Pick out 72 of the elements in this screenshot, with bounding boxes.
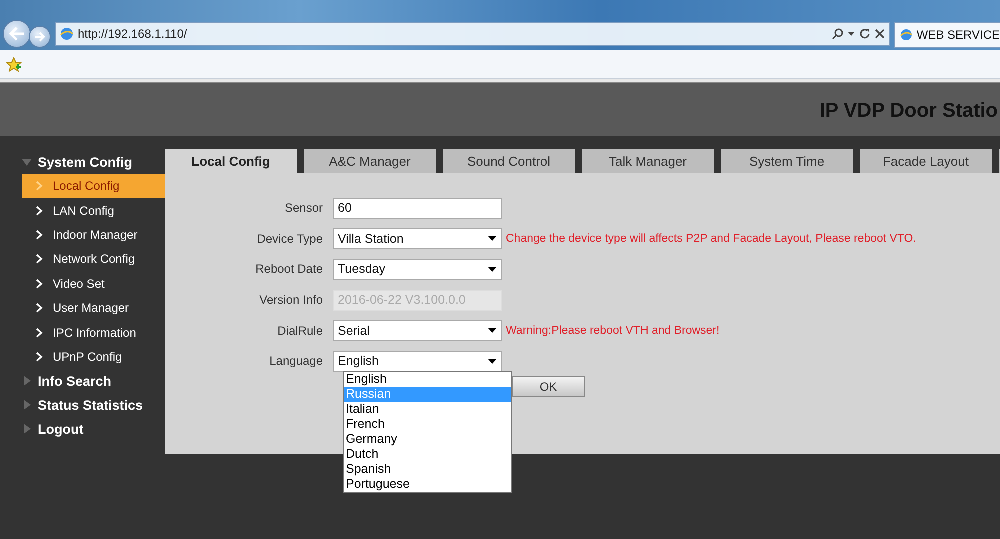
chevron-icon bbox=[36, 230, 43, 240]
field-label: Version Info bbox=[258, 293, 324, 308]
sidebar-section[interactable]: Info Search bbox=[0, 369, 165, 394]
dropdown-arrow-icon bbox=[488, 358, 497, 364]
sidebar-item[interactable]: LAN Config bbox=[22, 198, 165, 223]
ok-button[interactable]: OK bbox=[512, 376, 585, 397]
field-label: Device Type bbox=[256, 232, 324, 246]
back-button[interactable] bbox=[3, 20, 31, 48]
readonly-field: 2016-06-22 V3.100.0.0 bbox=[333, 290, 502, 311]
dropdown-option[interactable]: Portuguese bbox=[344, 477, 511, 492]
browser-tab[interactable]: WEB SERVICE bbox=[894, 22, 1000, 48]
arrow-left-icon bbox=[9, 27, 25, 41]
triangle-down-icon bbox=[22, 157, 32, 167]
warning-text: Change the device type will affects P2P and Facade Layout, Please reboot VTO. bbox=[506, 232, 916, 245]
dropdown-arrow-icon bbox=[488, 266, 497, 272]
globe-icon bbox=[60, 27, 74, 41]
select-field[interactable]: Serial bbox=[333, 320, 502, 342]
dropdown-option[interactable]: Spanish bbox=[344, 462, 511, 477]
forward-button[interactable] bbox=[29, 26, 51, 48]
field-label: Sensor bbox=[284, 201, 324, 216]
chevron-icon bbox=[36, 254, 43, 264]
sidebar-item[interactable]: Network Config bbox=[22, 247, 165, 272]
tab[interactable]: A&C Manager bbox=[304, 149, 436, 173]
sidebar-item[interactable]: Indoor Manager bbox=[22, 222, 165, 248]
chevron-icon bbox=[36, 181, 43, 192]
select-field[interactable]: Tuesday bbox=[333, 258, 502, 280]
chevron-icon bbox=[36, 328, 43, 338]
sidebar-section[interactable]: Status Statistics bbox=[0, 393, 165, 418]
caret-icon[interactable] bbox=[848, 32, 855, 36]
tab[interactable]: Local Config bbox=[165, 149, 297, 173]
text-field[interactable]: 60 bbox=[333, 198, 502, 219]
sidebar-item[interactable]: Local Config bbox=[22, 174, 165, 198]
sidebar-item[interactable]: User Manager bbox=[22, 296, 165, 320]
select-field[interactable]: English bbox=[333, 350, 502, 372]
dropdown-option[interactable]: Germany bbox=[344, 432, 511, 447]
search-icon[interactable] bbox=[832, 28, 844, 40]
sidebar-item[interactable]: Video Set bbox=[22, 272, 165, 296]
page-title: IP VDP Door Statio bbox=[820, 99, 998, 123]
tab[interactable]: Sound Control bbox=[443, 149, 575, 173]
tab-title: WEB SERVICE bbox=[916, 28, 1000, 42]
globe-icon bbox=[900, 28, 913, 42]
dropdown-arrow-icon bbox=[488, 236, 497, 242]
arrow-right-icon bbox=[34, 32, 46, 42]
dropdown-arrow-icon bbox=[488, 328, 497, 334]
triangle-right-icon bbox=[22, 424, 32, 434]
field-label: Reboot Date bbox=[254, 262, 324, 276]
field-label: DialRule bbox=[276, 324, 324, 338]
dropdown-option[interactable]: Dutch bbox=[344, 447, 511, 462]
sidebar-item[interactable]: IPC Information bbox=[22, 320, 165, 345]
close-icon[interactable] bbox=[875, 29, 885, 39]
warning-text: Warning:Please reboot VTH and Browser! bbox=[506, 324, 720, 337]
chevron-icon bbox=[36, 303, 43, 314]
triangle-right-icon bbox=[22, 376, 32, 386]
favorites-star-icon[interactable] bbox=[6, 56, 22, 72]
chevron-icon bbox=[36, 278, 43, 289]
tab[interactable]: System Time bbox=[721, 149, 853, 173]
sidebar-section[interactable]: Logout bbox=[0, 417, 165, 442]
field-label: Language bbox=[268, 354, 324, 368]
url-text: http://192.168.1.110/ bbox=[78, 27, 188, 41]
chevron-icon bbox=[36, 352, 43, 362]
dropdown-option[interactable]: Italian bbox=[344, 402, 511, 417]
dropdown-option[interactable]: English bbox=[344, 372, 511, 387]
sidebar-section[interactable]: System Config bbox=[0, 150, 165, 174]
select-field[interactable]: Villa Station bbox=[333, 228, 502, 250]
dropdown-option[interactable]: French bbox=[344, 417, 511, 432]
tab[interactable]: Talk Manager bbox=[582, 149, 714, 173]
tab[interactable]: Facade Layout bbox=[860, 149, 992, 173]
sidebar-item[interactable]: UPnP Config bbox=[22, 344, 165, 370]
address-bar[interactable]: http://192.168.1.110/ bbox=[55, 22, 890, 46]
chevron-icon bbox=[36, 206, 43, 216]
refresh-icon[interactable] bbox=[859, 28, 871, 40]
triangle-right-icon bbox=[22, 400, 32, 410]
